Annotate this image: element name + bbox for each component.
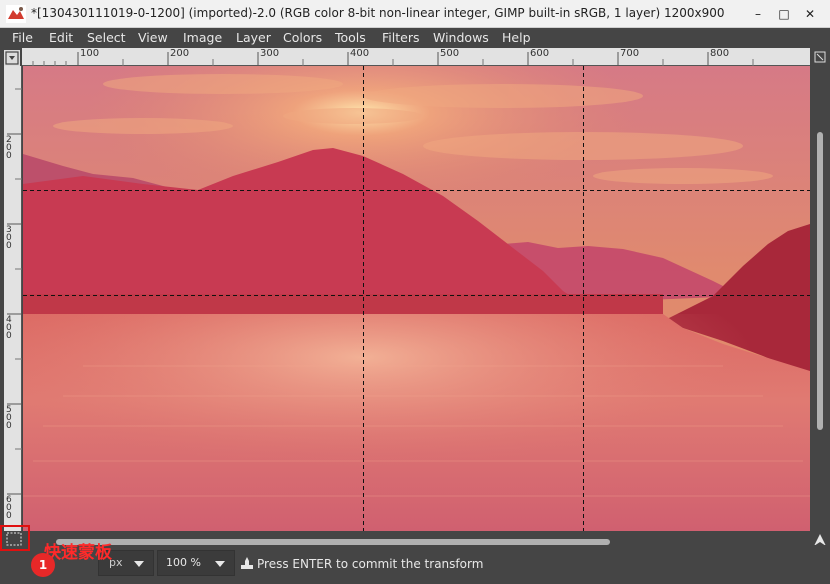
- ruler-label-500: 500: [440, 48, 460, 59]
- ruler-label-200: 200: [170, 48, 190, 59]
- menu-select[interactable]: Select: [87, 30, 126, 45]
- menu-windows[interactable]: Windows: [433, 30, 489, 45]
- ruler-label-v300: 300: [6, 225, 12, 251]
- ruler-label-300: 300: [260, 48, 280, 59]
- annotation-highlight-box: [0, 525, 30, 551]
- ruler-label-v200: 200: [6, 135, 12, 161]
- vertical-scrollbar[interactable]: [813, 48, 827, 533]
- annotation-label: 快速蒙板: [44, 543, 112, 563]
- canvas-menu-icon: [5, 51, 19, 65]
- maximize-icon: □: [778, 7, 790, 21]
- image-canvas[interactable]: [23, 66, 810, 531]
- ruler-label-800: 800: [710, 48, 730, 59]
- vertical-ruler[interactable]: 200 300 400 500 600: [4, 66, 22, 531]
- minimize-icon: –: [755, 7, 761, 21]
- menu-view[interactable]: View: [138, 30, 168, 45]
- landscape-image: [23, 66, 810, 531]
- menu-filters[interactable]: Filters: [382, 30, 419, 45]
- menu-colors[interactable]: Colors: [283, 30, 322, 45]
- ruler-label-v600: 600: [6, 495, 12, 521]
- annotation-step-badge: 1: [31, 553, 55, 577]
- canvas-menu-button[interactable]: [4, 50, 20, 66]
- horizontal-ruler[interactable]: 100 200 300 400 500 600 700 800: [22, 48, 810, 66]
- zoom-value: 100 %: [166, 556, 201, 569]
- menu-bar: File Edit Select View Image Layer Colors…: [0, 28, 830, 48]
- ruler-label-v500: 500: [6, 405, 12, 431]
- menu-tools[interactable]: Tools: [335, 30, 366, 45]
- menu-image[interactable]: Image: [183, 30, 222, 45]
- menu-file[interactable]: File: [12, 30, 33, 45]
- minimize-button[interactable]: –: [748, 4, 768, 24]
- status-message: Press ENTER to commit the transform: [257, 557, 484, 571]
- chevron-down-icon: [215, 561, 225, 567]
- window-title: *[130430111019-0-1200] (imported)-2.0 (R…: [31, 6, 725, 20]
- ruler-label-600: 600: [530, 48, 550, 59]
- ruler-label-100: 100: [80, 48, 100, 59]
- menu-edit[interactable]: Edit: [49, 30, 73, 45]
- gimp-app-icon: [6, 5, 26, 23]
- ruler-label-700: 700: [620, 48, 640, 59]
- horizontal-scrollbar[interactable]: [22, 533, 810, 545]
- status-bar: px 100 % Press ENTER to commit the trans…: [0, 545, 830, 584]
- ruler-label-v400: 400: [6, 315, 12, 341]
- vertical-scroll-thumb: [817, 132, 823, 430]
- menu-help[interactable]: Help: [502, 30, 531, 45]
- ruler-label-400: 400: [350, 48, 370, 59]
- zoom-selector[interactable]: 100 %: [157, 550, 235, 576]
- transform-tool-icon: [241, 557, 253, 569]
- zoom-lock-icon[interactable]: [813, 50, 827, 64]
- close-button[interactable]: ✕: [800, 4, 820, 24]
- chevron-down-icon: [134, 561, 144, 567]
- maximize-button[interactable]: □: [774, 4, 794, 24]
- menu-layer[interactable]: Layer: [236, 30, 271, 45]
- close-icon: ✕: [804, 7, 816, 21]
- title-bar: *[130430111019-0-1200] (imported)-2.0 (R…: [0, 0, 830, 28]
